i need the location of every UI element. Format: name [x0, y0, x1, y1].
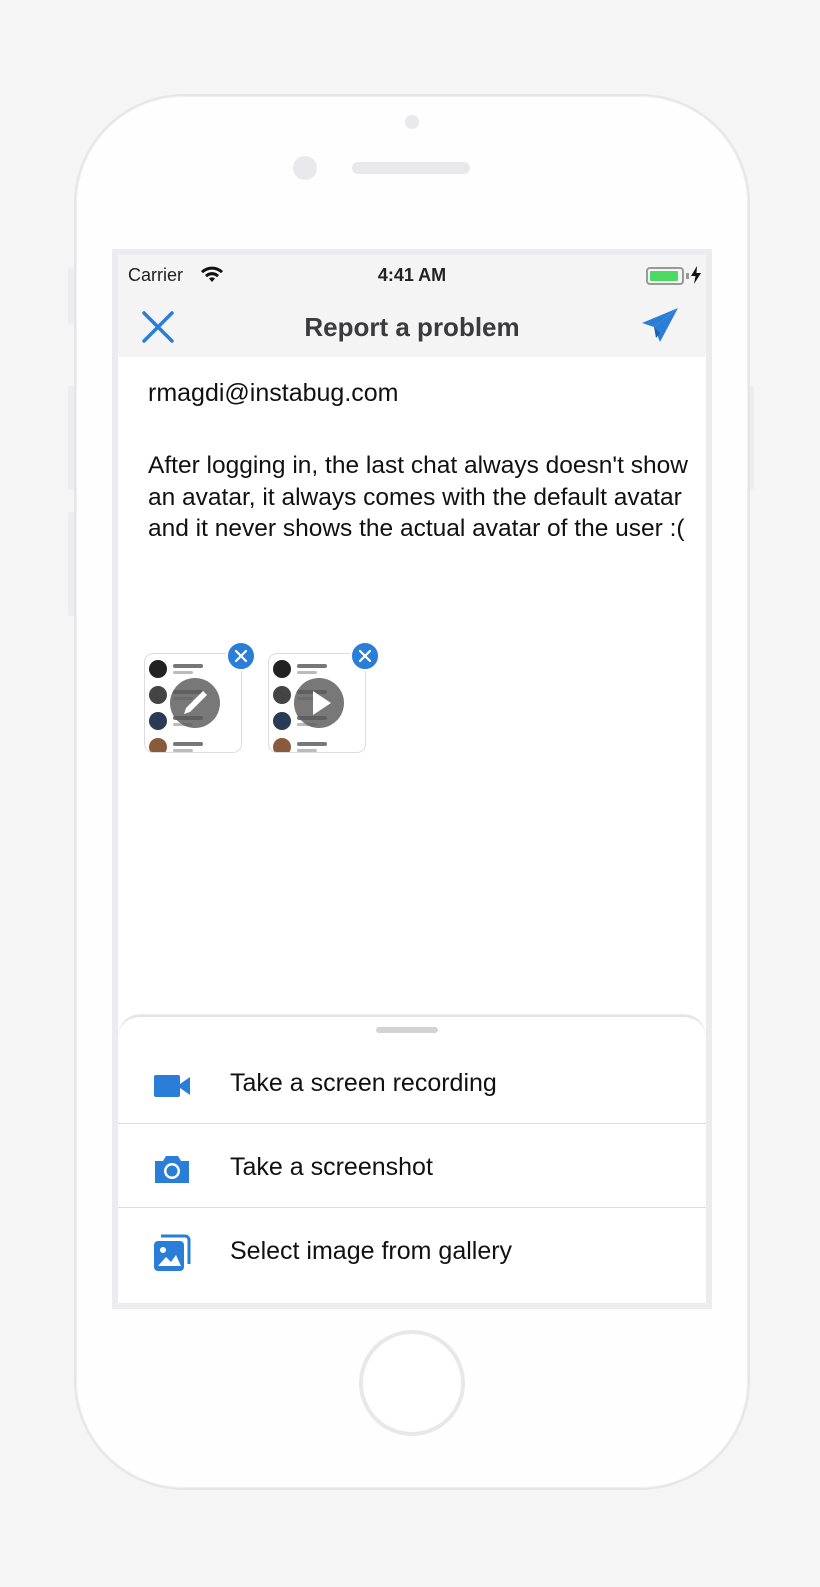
close-icon — [358, 649, 372, 663]
navigation-bar: Report a problem — [118, 295, 706, 357]
send-icon[interactable] — [640, 305, 680, 345]
home-button[interactable] — [359, 1330, 465, 1436]
edit-attachment-button[interactable] — [170, 678, 220, 728]
front-camera — [293, 156, 317, 180]
attachment-options-sheet: Take a screen recording Take a screensho… — [118, 1015, 706, 1303]
take-screenshot-option[interactable]: Take a screenshot — [118, 1127, 706, 1211]
proximity-sensor — [405, 115, 419, 129]
divider — [118, 1123, 706, 1124]
take-screen-recording-option[interactable]: Take a screen recording — [118, 1043, 706, 1127]
remove-attachment-button[interactable] — [350, 641, 380, 671]
option-label: Take a screen recording — [230, 1069, 497, 1097]
camera-icon — [155, 1156, 189, 1183]
status-bar: Carrier 4:41 AM — [118, 255, 706, 295]
status-time: 4:41 AM — [377, 265, 447, 285]
app-screen: Carrier 4:41 AM Report a problem rmagdi@… — [112, 249, 712, 1309]
play-attachment-button[interactable] — [294, 678, 344, 728]
select-gallery-image-option[interactable]: Select image from gallery — [118, 1211, 706, 1295]
email-field[interactable]: rmagdi@instabug.com — [148, 379, 399, 408]
option-label: Select image from gallery — [230, 1237, 513, 1265]
video-camera-icon — [154, 1075, 190, 1097]
description-field[interactable]: After logging in, the last chat always d… — [148, 450, 688, 545]
gallery-icon — [154, 1234, 191, 1271]
charging-bolt-icon — [691, 266, 701, 284]
pencil-icon — [184, 691, 207, 714]
sheet-drag-handle[interactable] — [376, 1027, 438, 1033]
remove-attachment-button[interactable] — [226, 641, 256, 671]
divider — [118, 1207, 706, 1208]
play-icon — [313, 691, 331, 715]
earpiece-speaker — [352, 162, 470, 174]
page-title: Report a problem — [304, 312, 520, 342]
option-label: Take a screenshot — [230, 1153, 433, 1181]
battery-icon — [646, 267, 689, 285]
close-icon — [234, 649, 248, 663]
